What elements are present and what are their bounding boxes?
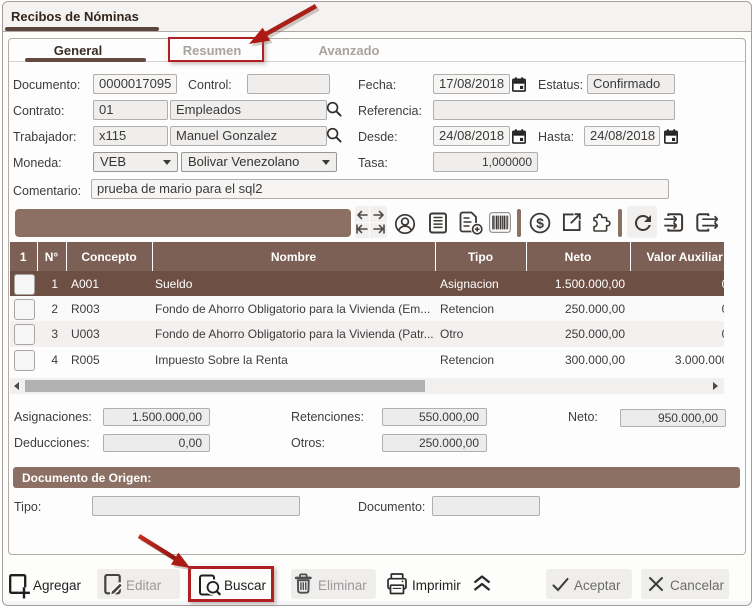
svg-text:$: $: [536, 215, 544, 231]
